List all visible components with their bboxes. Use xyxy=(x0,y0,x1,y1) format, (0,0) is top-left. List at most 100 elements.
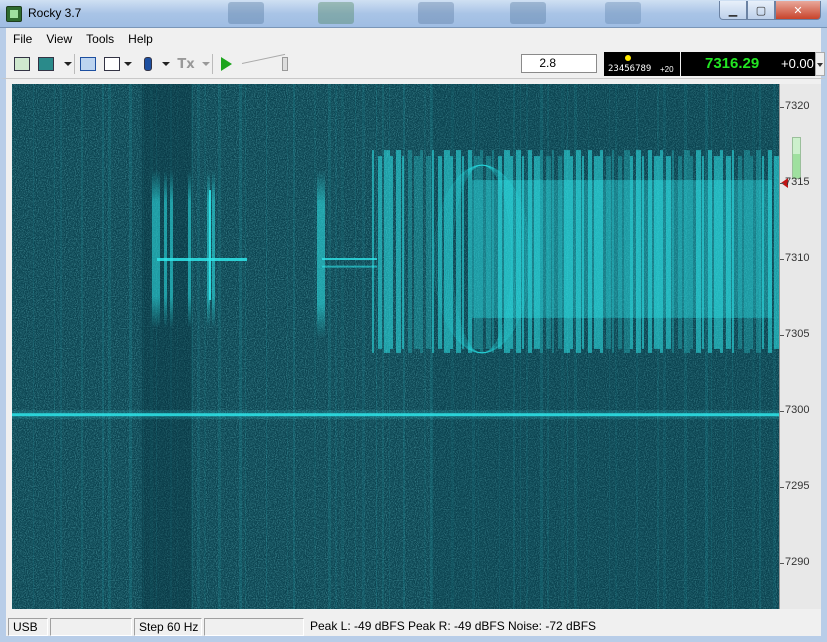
main-area: 7320 7315 7310 7305 7300 7295 7290 xyxy=(0,79,827,616)
scale-tick-mark xyxy=(780,106,784,108)
scale-tick-label: 7300 xyxy=(785,404,810,417)
noise-streak xyxy=(239,84,242,609)
scale-tick-label: 7320 xyxy=(785,99,810,112)
slider-track xyxy=(241,53,286,64)
noise-streak xyxy=(341,84,344,609)
taskbar-ghost-icon xyxy=(605,2,641,24)
toolbar-separator xyxy=(74,54,75,74)
noise-streak xyxy=(287,84,288,609)
status-blank xyxy=(204,618,304,636)
status-blank xyxy=(50,618,132,636)
microphone-icon xyxy=(144,57,152,71)
tuning-step-indicator-icon xyxy=(625,55,631,61)
scale-tick-mark xyxy=(780,182,784,184)
menu-file[interactable]: File xyxy=(6,32,39,46)
window-title: Rocky 3.7 xyxy=(28,6,82,20)
scale-tick-label: 7310 xyxy=(785,252,810,264)
status-noise: Noise: -72 dBFS xyxy=(508,619,597,633)
tone-trace xyxy=(322,258,377,260)
tx-icon: Tx xyxy=(177,56,195,72)
waterfall-display[interactable] xyxy=(12,84,779,609)
soundcard-icon xyxy=(14,57,30,71)
calibrate-icon xyxy=(80,57,96,71)
voice-bar xyxy=(378,156,382,349)
noise-streak xyxy=(108,84,111,609)
noise-streak xyxy=(245,84,246,609)
signal-burst xyxy=(188,170,191,328)
maximize-button[interactable]: ▢ xyxy=(747,1,775,20)
status-step: Step 60 Hz xyxy=(134,618,202,636)
voice-bar xyxy=(426,156,431,349)
signal-burst xyxy=(317,170,325,338)
scale-tick-label: 7295 xyxy=(785,480,810,493)
scale-tick-mark xyxy=(780,335,784,337)
minimize-button[interactable]: ▁ xyxy=(719,1,747,20)
audio-dropdown-chevron-down-icon[interactable] xyxy=(124,62,132,66)
noise-streak xyxy=(266,84,267,609)
dark-band xyxy=(142,84,192,609)
volume-slider[interactable] xyxy=(241,53,294,71)
calibrate-button[interactable] xyxy=(78,54,98,74)
signal-burst xyxy=(212,170,215,328)
noise-streak xyxy=(218,84,221,609)
noise-streak xyxy=(54,84,55,609)
status-peak-l: Peak L: -49 dBFS xyxy=(310,619,405,633)
display-dropdown-chevron-down-icon[interactable] xyxy=(64,62,72,66)
signal-level-bar xyxy=(792,137,801,179)
speaker-box-icon xyxy=(104,57,120,71)
tuning-digit-display[interactable]: 23456789 +20 xyxy=(604,52,680,76)
voice-bar xyxy=(468,150,472,353)
scale-tick-mark xyxy=(780,259,784,260)
scale-tick-mark xyxy=(780,487,784,489)
noise-streak xyxy=(204,84,206,609)
voice-bar xyxy=(402,156,404,349)
status-peak-r: Peak R: -49 dBFS xyxy=(408,619,505,633)
tx-dropdown-chevron-down-icon[interactable] xyxy=(202,62,210,66)
soundcard-settings-button[interactable] xyxy=(12,54,32,74)
voice-bar xyxy=(384,150,390,353)
taskbar-ghost-icon xyxy=(318,2,354,24)
noise-streak xyxy=(293,84,295,609)
noise-streak xyxy=(60,84,62,609)
tuning-offset: +20 xyxy=(660,65,674,74)
microphone-button[interactable] xyxy=(138,54,158,74)
tuning-digits: 23456789 xyxy=(608,64,652,74)
audio-output-button[interactable] xyxy=(102,54,122,74)
rit-offset: +0.00 xyxy=(781,56,814,71)
window-controls: ▁ ▢ ✕ xyxy=(719,1,821,20)
mic-dropdown-chevron-down-icon[interactable] xyxy=(162,62,170,66)
transmit-button[interactable]: Tx xyxy=(176,54,196,74)
display-icon xyxy=(38,57,54,71)
noise-streak xyxy=(382,84,384,609)
voice-bar xyxy=(372,150,374,353)
noise-streak xyxy=(102,84,104,609)
noise-streak xyxy=(355,84,356,609)
taskbar-ghost-icon xyxy=(510,2,546,24)
voice-bar xyxy=(396,150,401,353)
noise-streak xyxy=(33,84,34,609)
noise-streak xyxy=(81,84,83,609)
scale-tick-label: 7315 xyxy=(785,175,810,188)
close-button[interactable]: ✕ xyxy=(775,1,821,20)
display-button[interactable] xyxy=(36,54,56,74)
waterfall-canvas xyxy=(12,84,779,609)
slider-thumb[interactable] xyxy=(282,57,288,71)
taskbar-ghost-icon xyxy=(418,2,454,24)
play-icon xyxy=(220,57,232,71)
bandwidth-input[interactable]: 2.8 xyxy=(521,54,597,73)
frequency-dropdown-chevron-down-icon[interactable] xyxy=(815,52,825,76)
signal-burst xyxy=(170,170,173,328)
toolbar-separator xyxy=(212,54,213,74)
start-button[interactable] xyxy=(216,54,236,74)
voice-bar xyxy=(420,150,423,353)
menu-help[interactable]: Help xyxy=(121,32,160,46)
menu-view[interactable]: View xyxy=(39,32,79,46)
taskbar-ghost-icon xyxy=(228,2,264,24)
frequency-scale[interactable]: 7320 7315 7310 7305 7300 7295 7290 xyxy=(779,84,821,609)
bandwidth-value: 2.8 xyxy=(539,56,556,70)
menu-tools[interactable]: Tools xyxy=(79,32,121,46)
title-bar: Rocky 3.7 ▁ ▢ ✕ xyxy=(0,0,827,28)
tone-trace xyxy=(322,265,377,268)
signal-level-fill xyxy=(793,154,800,178)
frequency-display[interactable]: 7316.29 +0.00 xyxy=(681,52,816,76)
